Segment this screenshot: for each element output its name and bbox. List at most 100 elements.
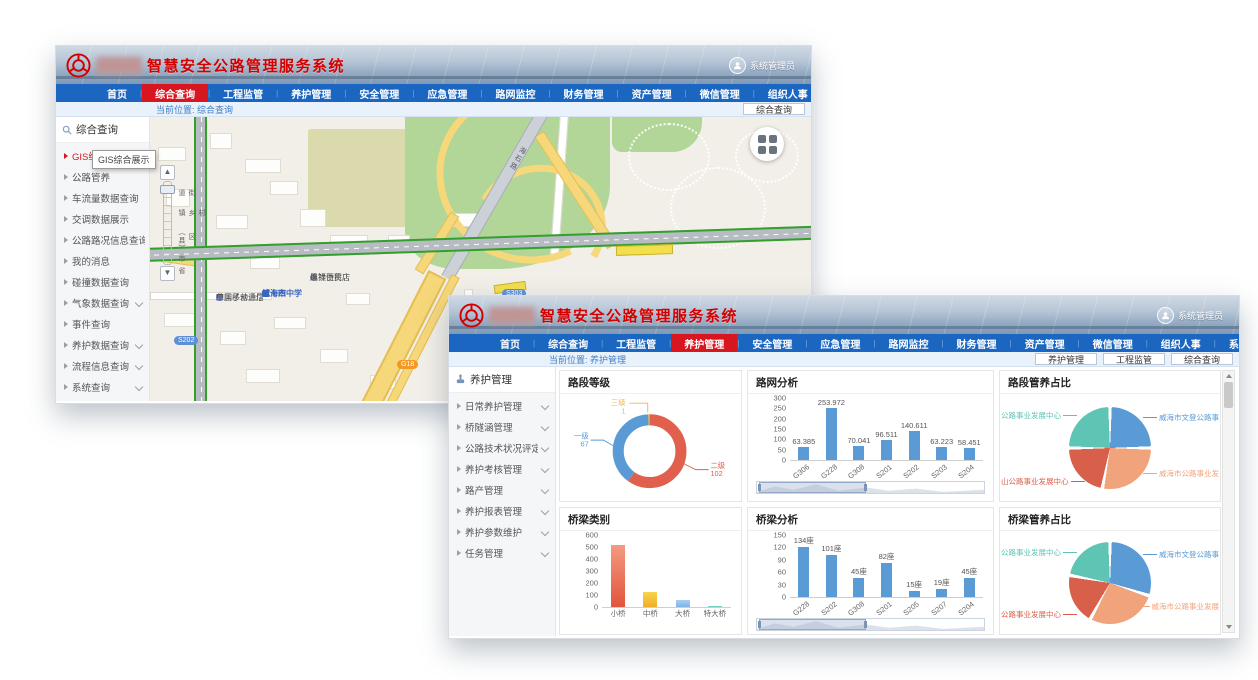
- sidebar-item[interactable]: 气象数据查询: [56, 292, 149, 313]
- sidebar-item[interactable]: 公路管养: [56, 166, 149, 187]
- arrow-right-icon: [64, 216, 68, 222]
- nav-item-11[interactable]: 组织人事: [755, 84, 812, 102]
- map-zoom-out-button[interactable]: ▼: [160, 266, 175, 281]
- sidebar-item[interactable]: 碰撞数据查询: [56, 271, 149, 292]
- sidebar-item[interactable]: 养护考核管理: [449, 458, 555, 479]
- datazoom-selection[interactable]: [759, 482, 865, 493]
- map-zoom-in-button[interactable]: ▲: [160, 165, 175, 180]
- y-axis-tick: 150: [754, 425, 786, 434]
- sidebar-item[interactable]: 养护参数维护: [449, 521, 555, 542]
- map-layers-grid-button[interactable]: [750, 127, 784, 161]
- nav-item-1[interactable]: 首页: [487, 334, 533, 352]
- chevron-down-icon: [135, 382, 143, 390]
- corner-button-综合查询[interactable]: 综合查询: [743, 103, 805, 115]
- scroll-up-arrow-icon[interactable]: [1223, 371, 1234, 381]
- nav-item-9[interactable]: 资产管理: [619, 84, 685, 102]
- bar-slot: 15座: [900, 535, 928, 597]
- corner-button-养护管理[interactable]: 养护管理: [1035, 353, 1097, 365]
- bar-value-label: 63.223: [930, 437, 953, 446]
- nav-item-3[interactable]: 工程监管: [603, 334, 669, 352]
- pie-label: 威海市公路事业发: [1143, 468, 1219, 479]
- sidebar-item[interactable]: 任务管理: [449, 542, 555, 563]
- arrow-right-icon: [64, 258, 68, 264]
- card-bridge-analysis: 桥梁分析 0306090120150134座101座45座82座15座19座45…: [747, 507, 994, 635]
- user-chip[interactable]: 系统管理员: [1157, 307, 1223, 324]
- nav-item-5[interactable]: 安全管理: [739, 334, 805, 352]
- bar-slot: 63.385: [790, 398, 818, 460]
- y-axis-tick: 100: [754, 435, 786, 444]
- sidebar-item[interactable]: 公路路况信息查询: [56, 229, 149, 250]
- nav-item-1[interactable]: 首页: [94, 84, 140, 102]
- card-title: 路段管养占比: [1000, 371, 1220, 394]
- bar-value-label: 45座: [851, 566, 867, 577]
- nav-item-3[interactable]: 工程监管: [210, 84, 276, 102]
- y-axis-tick: 0: [754, 593, 786, 602]
- corner-button-工程监管[interactable]: 工程监管: [1103, 353, 1165, 365]
- sidebar-item[interactable]: 养护报表管理: [449, 500, 555, 521]
- sidebar-item[interactable]: 我的消息: [56, 250, 149, 271]
- sidebar-item[interactable]: 养护数据查询: [56, 334, 149, 355]
- sidebar-item[interactable]: 交调数据展示: [56, 208, 149, 229]
- zoom-level-label: 村乡镇: [176, 209, 206, 217]
- sidebar-tooltip: GIS综合展示: [92, 150, 156, 169]
- banner: 智慧安全公路管理服务系统 系统管理员: [449, 296, 1239, 334]
- nav-item-10[interactable]: 微信管理: [687, 84, 753, 102]
- card-road-grade: 路段等级 二级102一级67三级1: [559, 370, 742, 502]
- top-nav: 首页|综合查询|工程监管|养护管理|安全管理|应急管理|路网监控|财务管理|资产…: [449, 334, 1239, 352]
- bar-slot: 63.223: [928, 398, 956, 460]
- arrow-right-icon: [457, 529, 461, 535]
- chevron-down-icon: [541, 548, 549, 556]
- nav-item-2[interactable]: 综合查询: [535, 334, 601, 352]
- bar: [798, 447, 809, 460]
- card-title: 桥梁分析: [748, 508, 993, 531]
- nav-item-5[interactable]: 安全管理: [346, 84, 412, 102]
- nav-item-11[interactable]: 组织人事: [1148, 334, 1214, 352]
- nav-item-6[interactable]: 应急管理: [807, 334, 873, 352]
- sidebar-item-label: 流程信息查询: [72, 359, 132, 373]
- road-badge-g18: G18: [397, 360, 418, 369]
- content-scrollbar[interactable]: [1222, 370, 1235, 633]
- user-name: 系统管理员: [1178, 309, 1223, 322]
- datazoom-selection[interactable]: [759, 619, 865, 630]
- bar-slot: [667, 535, 699, 607]
- maintenance-window: 智慧安全公路管理服务系统 系统管理员 首页|综合查询|工程监管|养护管理|安全管…: [448, 295, 1240, 639]
- corner-button-综合查询[interactable]: 综合查询: [1171, 353, 1233, 365]
- chevron-down-icon: [135, 298, 143, 306]
- nav-item-4[interactable]: 养护管理: [671, 334, 737, 352]
- nav-item-10[interactable]: 微信管理: [1080, 334, 1146, 352]
- chart-bridge-analysis: 0306090120150134座101座45座82座15座19座45座G228…: [748, 531, 993, 634]
- sidebar-item[interactable]: 日常养护管理: [449, 395, 555, 416]
- map-building: [216, 215, 248, 229]
- nav-item-7[interactable]: 路网监控: [875, 334, 941, 352]
- datazoom-slider[interactable]: [756, 618, 985, 631]
- top-nav: 首页|综合查询|工程监管|养护管理|安全管理|应急管理|路网监控|财务管理|资产…: [56, 84, 811, 102]
- pie-label-line: [1143, 417, 1157, 418]
- nav-item-8[interactable]: 财务管理: [944, 334, 1010, 352]
- nav-item-4[interactable]: 养护管理: [278, 84, 344, 102]
- sidebar-item[interactable]: 事件查询: [56, 313, 149, 334]
- nav-item-7[interactable]: 路网监控: [482, 84, 548, 102]
- scroll-down-arrow-icon[interactable]: [1223, 622, 1234, 632]
- sidebar-item[interactable]: 车流量数据查询: [56, 187, 149, 208]
- sidebar-item[interactable]: 路产管理: [449, 479, 555, 500]
- datazoom-slider[interactable]: [756, 481, 985, 494]
- sidebar-item[interactable]: 流程信息查询: [56, 355, 149, 376]
- sidebar-item[interactable]: 公路技术状况评定: [449, 437, 555, 458]
- bar-slot: [699, 535, 731, 607]
- bar-value-label: 45座: [961, 566, 977, 577]
- nav-item-2[interactable]: 综合查询: [142, 84, 208, 102]
- nav-item-8[interactable]: 财务管理: [551, 84, 617, 102]
- sidebar-item[interactable]: 桥隧涵管理: [449, 416, 555, 437]
- sidebar-item[interactable]: 系统查询: [56, 376, 149, 397]
- y-axis-tick: 90: [754, 555, 786, 564]
- sidebar-gis: 综合查询 GIS综合展示公路管养车流量数据查询交调数据展示公路路况信息查询我的消…: [56, 117, 150, 401]
- nav-item-9[interactable]: 资产管理: [1012, 334, 1078, 352]
- scrollbar-thumb[interactable]: [1224, 382, 1233, 408]
- y-axis-tick: 300: [566, 567, 598, 576]
- x-axis-label: 小桥: [602, 608, 634, 620]
- nav-item-12[interactable]: 系统维护: [1216, 334, 1240, 352]
- user-chip[interactable]: 系统管理员: [729, 57, 795, 74]
- map-zoom-thumb[interactable]: [160, 185, 175, 194]
- pie-label-text: 威海市文登公路事: [1159, 412, 1219, 423]
- nav-item-6[interactable]: 应急管理: [414, 84, 480, 102]
